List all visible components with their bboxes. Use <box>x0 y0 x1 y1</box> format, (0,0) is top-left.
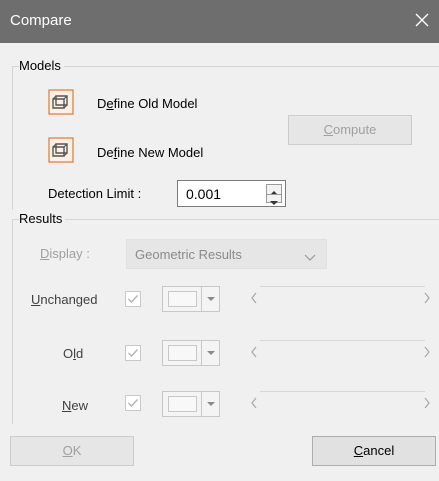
old-color-picker[interactable] <box>162 340 220 366</box>
display-select[interactable]: Geometric Results <box>126 239 327 269</box>
slider-left-arrow-icon[interactable] <box>250 292 258 307</box>
old-label: Old <box>63 346 84 361</box>
chevron-down-icon <box>304 250 316 265</box>
color-swatch <box>168 396 197 412</box>
chevron-down-icon[interactable] <box>201 392 219 416</box>
detection-limit-value[interactable]: 0.001 <box>186 186 221 202</box>
slider-left-arrow-icon[interactable] <box>250 397 258 412</box>
detection-limit-label: Detection Limit : <box>48 186 142 201</box>
model-frame-icon <box>48 89 74 115</box>
slider-right-arrow-icon[interactable] <box>423 397 431 412</box>
model-frame-icon <box>48 137 74 163</box>
slider-right-arrow-icon[interactable] <box>423 346 431 361</box>
unchanged-slider[interactable] <box>240 286 439 312</box>
old-checkbox[interactable] <box>125 345 141 361</box>
cancel-button[interactable]: Cancel <box>312 436 436 466</box>
define-new-model-label: Define New Model <box>97 145 204 160</box>
chevron-down-icon[interactable] <box>201 341 219 365</box>
compute-button[interactable]: Compute <box>288 115 412 145</box>
window-title: Compare <box>10 12 72 29</box>
color-swatch <box>168 291 197 307</box>
detection-limit-spinner[interactable]: 0.001 <box>177 180 286 207</box>
define-old-model-label: Define Old Model <box>97 96 198 111</box>
spin-down-icon[interactable] <box>267 194 281 205</box>
title-bar: Compare <box>0 0 439 43</box>
color-swatch <box>168 345 197 361</box>
display-label: Display : <box>40 246 90 261</box>
unchanged-checkbox[interactable] <box>125 291 141 307</box>
new-slider[interactable] <box>240 391 439 417</box>
slider-right-arrow-icon[interactable] <box>423 292 431 307</box>
spin-up-icon[interactable] <box>267 185 281 195</box>
new-checkbox[interactable] <box>125 395 141 411</box>
unchanged-label: Unchanged <box>31 292 98 307</box>
slider-track <box>260 391 425 392</box>
slider-track <box>260 340 425 341</box>
models-legend: Models <box>19 58 64 73</box>
ok-button[interactable]: OK <box>10 436 134 466</box>
old-slider[interactable] <box>240 340 439 366</box>
results-legend: Results <box>19 211 66 226</box>
unchanged-color-picker[interactable] <box>162 286 220 312</box>
new-color-picker[interactable] <box>162 391 220 417</box>
new-label: New <box>62 398 89 413</box>
close-icon[interactable] <box>411 9 433 31</box>
slider-left-arrow-icon[interactable] <box>250 346 258 361</box>
spinner-arrows[interactable] <box>266 184 282 205</box>
display-selected-value: Geometric Results <box>135 247 242 262</box>
slider-track <box>260 286 425 287</box>
chevron-down-icon[interactable] <box>201 287 219 311</box>
